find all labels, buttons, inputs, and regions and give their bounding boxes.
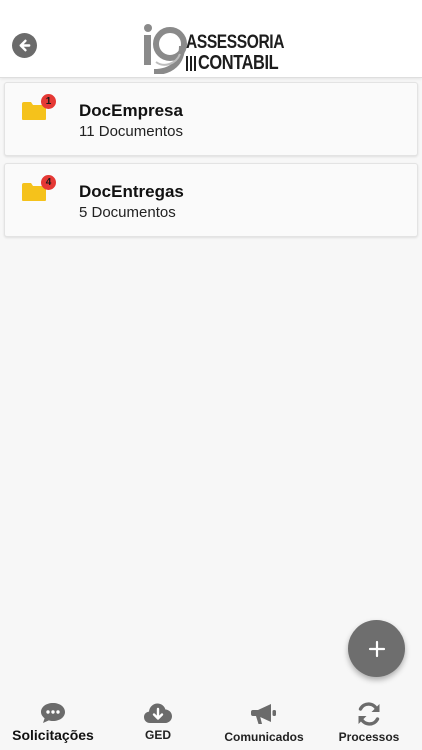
cloud-download-icon xyxy=(144,703,172,723)
tab-label: Comunicados xyxy=(224,730,304,744)
i9-logo-icon xyxy=(144,24,187,74)
tab-label: Processos xyxy=(338,730,400,744)
tab-label: GED xyxy=(144,728,171,742)
folder-item-docempresa[interactable]: 1 DocEmpresa 11 Documentos xyxy=(4,82,418,156)
logo-bars xyxy=(186,55,196,71)
tab-ged[interactable]: GED xyxy=(118,696,198,750)
chat-bubble-icon xyxy=(41,703,65,723)
tab-processos[interactable]: Processos xyxy=(328,696,410,750)
folder-title: DocEntregas xyxy=(79,182,184,201)
refresh-icon xyxy=(358,702,380,726)
folder-subtitle: 5 Documentos xyxy=(79,204,176,221)
tab-comunicados[interactable]: Comunicados xyxy=(216,696,312,750)
app-header: ASSESSORIA CONTABIL xyxy=(0,0,422,78)
megaphone-icon xyxy=(251,704,276,724)
logo-line1: ASSESSORIA xyxy=(186,32,285,53)
folder-list: 1 DocEmpresa 11 Documentos 4 DocEntregas… xyxy=(4,82,418,244)
tab-solicitacoes[interactable]: Solicitações xyxy=(4,696,102,750)
folder-subtitle: 11 Documentos xyxy=(79,123,183,140)
folder-item-docentregas[interactable]: 4 DocEntregas 5 Documentos xyxy=(4,163,418,237)
count-badge: 1 xyxy=(41,94,56,109)
logo-wordmark: ASSESSORIA CONTABIL xyxy=(186,33,306,73)
count-badge: 4 xyxy=(41,175,56,190)
folder-title: DocEmpresa xyxy=(79,101,183,120)
bottom-tab-bar: Solicitações GED Comunicados Processos xyxy=(0,696,422,750)
add-button[interactable] xyxy=(348,620,405,677)
back-button[interactable] xyxy=(12,33,37,58)
tab-label: Solicitações xyxy=(12,727,94,743)
plus-icon xyxy=(368,640,385,657)
company-logo: ASSESSORIA CONTABIL xyxy=(142,20,284,76)
logo-line2: CONTABIL xyxy=(198,52,279,74)
arrow-left-icon xyxy=(19,39,31,52)
